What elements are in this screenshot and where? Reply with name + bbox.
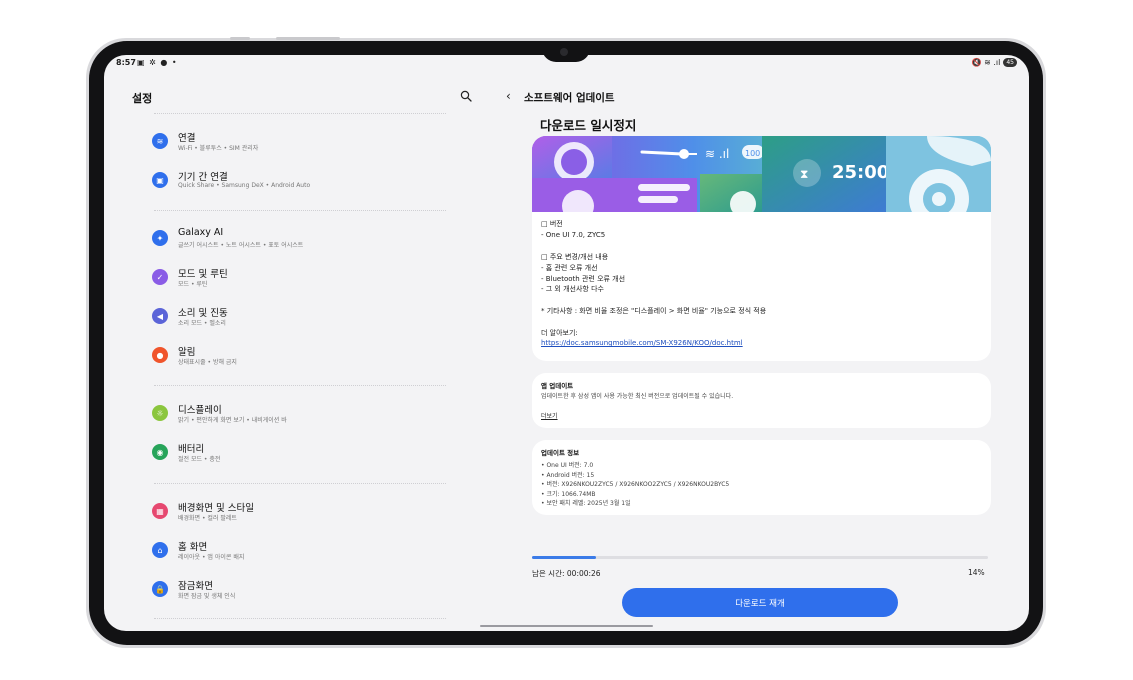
battery-icon: ◉ xyxy=(152,444,168,460)
release-note-line: □ 버전 xyxy=(541,220,563,228)
download-progress-bar xyxy=(532,556,988,559)
settings-item-4[interactable]: ◀ 소리 및 진동 소리 모드 • 벨소리 xyxy=(152,305,452,335)
settings-item-subtitle: Quick Share • Samsung DeX • Android Auto xyxy=(178,182,311,189)
app-update-heading: 앱 업데이트 xyxy=(541,382,574,390)
settings-item-1[interactable]: ▣ 기기 간 연결 Quick Share • Samsung DeX • Andr… xyxy=(152,169,452,199)
settings-item-title: 모드 및 루틴 xyxy=(178,269,228,280)
settings-item-9[interactable]: ⌂ 홈 화면 레이아웃 • 앱 아이콘 배지 xyxy=(152,539,452,569)
settings-item-subtitle: 레이아웃 • 앱 아이콘 배지 xyxy=(178,554,245,561)
download-progress-fill xyxy=(532,556,596,559)
page-title: 다운로드 일시정지 xyxy=(540,118,637,133)
system-icons: 🔇 ≋ .ıl 45 xyxy=(972,58,1017,67)
app-update-card: 앱 업데이트 업데이트한 후 삼성 앱이 사용 가능한 최신 버전으로 업데이트… xyxy=(532,373,991,428)
settings-title: 설정 xyxy=(132,92,153,105)
divider xyxy=(154,210,446,211)
update-banner: ≋ .ıl 100 ⧗ 25:00 xyxy=(532,136,991,212)
svg-text:25:00: 25:00 xyxy=(832,162,889,183)
settings-item-title: 잠금화면 xyxy=(178,581,213,592)
settings-item-subtitle: 화면 잠금 및 생체 인식 xyxy=(178,593,236,600)
release-note-line: - 그 외 개선사항 다수 xyxy=(541,285,604,294)
settings-item-subtitle: 글쓰기 어시스트 • 노트 어시스트 • 표토 어시스트 xyxy=(178,242,304,249)
devices-icon: ▣ xyxy=(152,172,168,188)
battery-icon: 45 xyxy=(1003,58,1017,67)
wifi-icon: ≋ xyxy=(152,133,168,149)
settings-item-title: 소리 및 진동 xyxy=(178,308,228,319)
settings-item-8[interactable]: ▦ 배경화면 및 스타일 배경화면 • 컬러 팔레트 xyxy=(152,500,452,530)
settings-item-subtitle: 상태표시줄 • 방해 금지 xyxy=(178,359,237,366)
settings-item-subtitle: 배경화면 • 컬러 팔레트 xyxy=(178,515,237,522)
divider xyxy=(154,618,446,619)
update-info-line: • 크기: 1066.74MB xyxy=(541,490,596,498)
settings-item-5[interactable]: ● 알림 상태표시줄 • 방해 금지 xyxy=(152,344,452,374)
doc-link[interactable]: https://doc.samsungmobile.com/SM-X926N/K… xyxy=(541,339,743,349)
page-header: 소프트웨어 업데이트 xyxy=(524,92,615,104)
release-note-line: - 홈 관련 오류 개선 xyxy=(541,263,598,272)
svg-text:100: 100 xyxy=(745,149,760,158)
settings-item-title: 홈 화면 xyxy=(178,542,208,553)
settings-item-subtitle: 모드 • 루틴 xyxy=(178,281,208,288)
update-info-card: 업데이트 정보 • One UI 버전: 7.0 • Android 버전: 15… xyxy=(532,440,991,515)
power-button xyxy=(276,37,340,40)
release-note-line: * 기타사항 : 화면 비율 조정은 "디스플레이 > 화면 비율" 기능으로 … xyxy=(541,307,767,316)
update-info-line: • Android 버전: 15 xyxy=(541,471,595,479)
app-update-body: 업데이트한 후 삼성 앱이 사용 가능한 최신 버전으로 업데이트될 수 있습니… xyxy=(541,393,734,400)
settings-item-3[interactable]: ✓ 모드 및 루틴 모드 • 루틴 xyxy=(152,266,452,296)
release-note-line: - One UI 7.0, ZYC5 xyxy=(541,230,606,239)
settings-item-7[interactable]: ◉ 배터리 절전 모드 • 충전 xyxy=(152,441,452,471)
settings-item-title: Galaxy AI xyxy=(178,227,224,238)
progress-percent: 14% xyxy=(968,568,985,577)
update-info-line: • One UI 버전: 7.0 xyxy=(541,462,594,469)
settings-item-10[interactable]: 🔒 잠금화면 화면 잠금 및 생체 인식 xyxy=(152,578,452,608)
settings-item-title: 디스플레이 xyxy=(178,405,222,416)
settings-item-title: 알림 xyxy=(178,347,196,358)
release-note-line: 더 알아보기: xyxy=(541,329,578,337)
settings-item-2[interactable]: ✦ Galaxy AI 글쓰기 어시스트 • 노트 어시스트 • 표토 어시스트 xyxy=(152,227,452,257)
settings-item-subtitle: Wi-Fi • 블루투스 • SIM 관리자 xyxy=(178,145,259,152)
settings-item-title: 연결 xyxy=(178,133,196,144)
brightness-icon: ☼ xyxy=(152,405,168,421)
resume-download-button[interactable]: 다운로드 재개 xyxy=(622,588,898,617)
volume-button xyxy=(230,37,250,40)
search-icon[interactable] xyxy=(460,90,472,102)
lock-icon: 🔒 xyxy=(152,581,168,597)
release-notes-card: ≋ .ıl 100 ⧗ 25:00 □ 버전 - One UI 7.0, ZYC5… xyxy=(532,136,991,361)
divider xyxy=(154,113,446,114)
update-info-line: • 버전: X926NKOU2ZYC5 / X926NKOO2ZYC5 / X9… xyxy=(541,481,730,489)
settings-item-subtitle: 절전 모드 • 충전 xyxy=(178,456,221,463)
settings-item-title: 배터리 xyxy=(178,444,205,455)
sparkle-icon: ✦ xyxy=(152,230,168,246)
release-note-line: - Bluetooth 관련 오류 개선 xyxy=(541,274,626,283)
divider xyxy=(154,385,446,386)
bell-icon: ● xyxy=(152,347,168,363)
sound-icon: ◀ xyxy=(152,308,168,324)
status-time: 8:57 xyxy=(116,58,136,67)
home-indicator[interactable] xyxy=(480,625,653,627)
home-icon: ⌂ xyxy=(152,542,168,558)
settings-item-title: 배경화면 및 스타일 xyxy=(178,503,254,514)
divider xyxy=(154,483,446,484)
svg-text:⧗: ⧗ xyxy=(800,167,808,181)
settings-item-0[interactable]: ≋ 연결 Wi-Fi • 블루투스 • SIM 관리자 xyxy=(152,130,452,160)
svg-text:≋ .ıl: ≋ .ıl xyxy=(705,147,729,161)
update-info-heading: 업데이트 정보 xyxy=(541,449,580,457)
remaining-time: 남은 시간: 00:00:26 xyxy=(532,569,601,578)
settings-item-subtitle: 소리 모드 • 벨소리 xyxy=(178,320,226,327)
release-note-line: □ 주요 변경/개선 내용 xyxy=(541,252,609,261)
settings-item-subtitle: 밝기 • 편안하게 화면 보기 • 내비게이션 바 xyxy=(178,417,287,424)
tablet-screen: 8:57 ▣ ✲ ● • 🔇 ≋ .ıl 45 설정 ≋ 연결 Wi-Fi • 블루… xyxy=(104,55,1029,631)
settings-item-6[interactable]: ☼ 디스플레이 밝기 • 편안하게 화면 보기 • 내비게이션 바 xyxy=(152,402,452,432)
modes-icon: ✓ xyxy=(152,269,168,285)
notification-icons: ▣ ✲ ● • xyxy=(137,58,178,67)
settings-item-title: 기기 간 연결 xyxy=(178,172,228,183)
signal-icon: 🔇 ≋ .ıl xyxy=(971,58,1001,67)
back-arrow-icon[interactable]: ‹ xyxy=(506,89,511,103)
front-camera xyxy=(560,48,568,56)
wallpaper-icon: ▦ xyxy=(152,503,168,519)
more-link[interactable]: 더보기 xyxy=(541,411,558,420)
update-info-line: • 보안 패치 레벨: 2025년 3월 1일 xyxy=(541,500,631,508)
